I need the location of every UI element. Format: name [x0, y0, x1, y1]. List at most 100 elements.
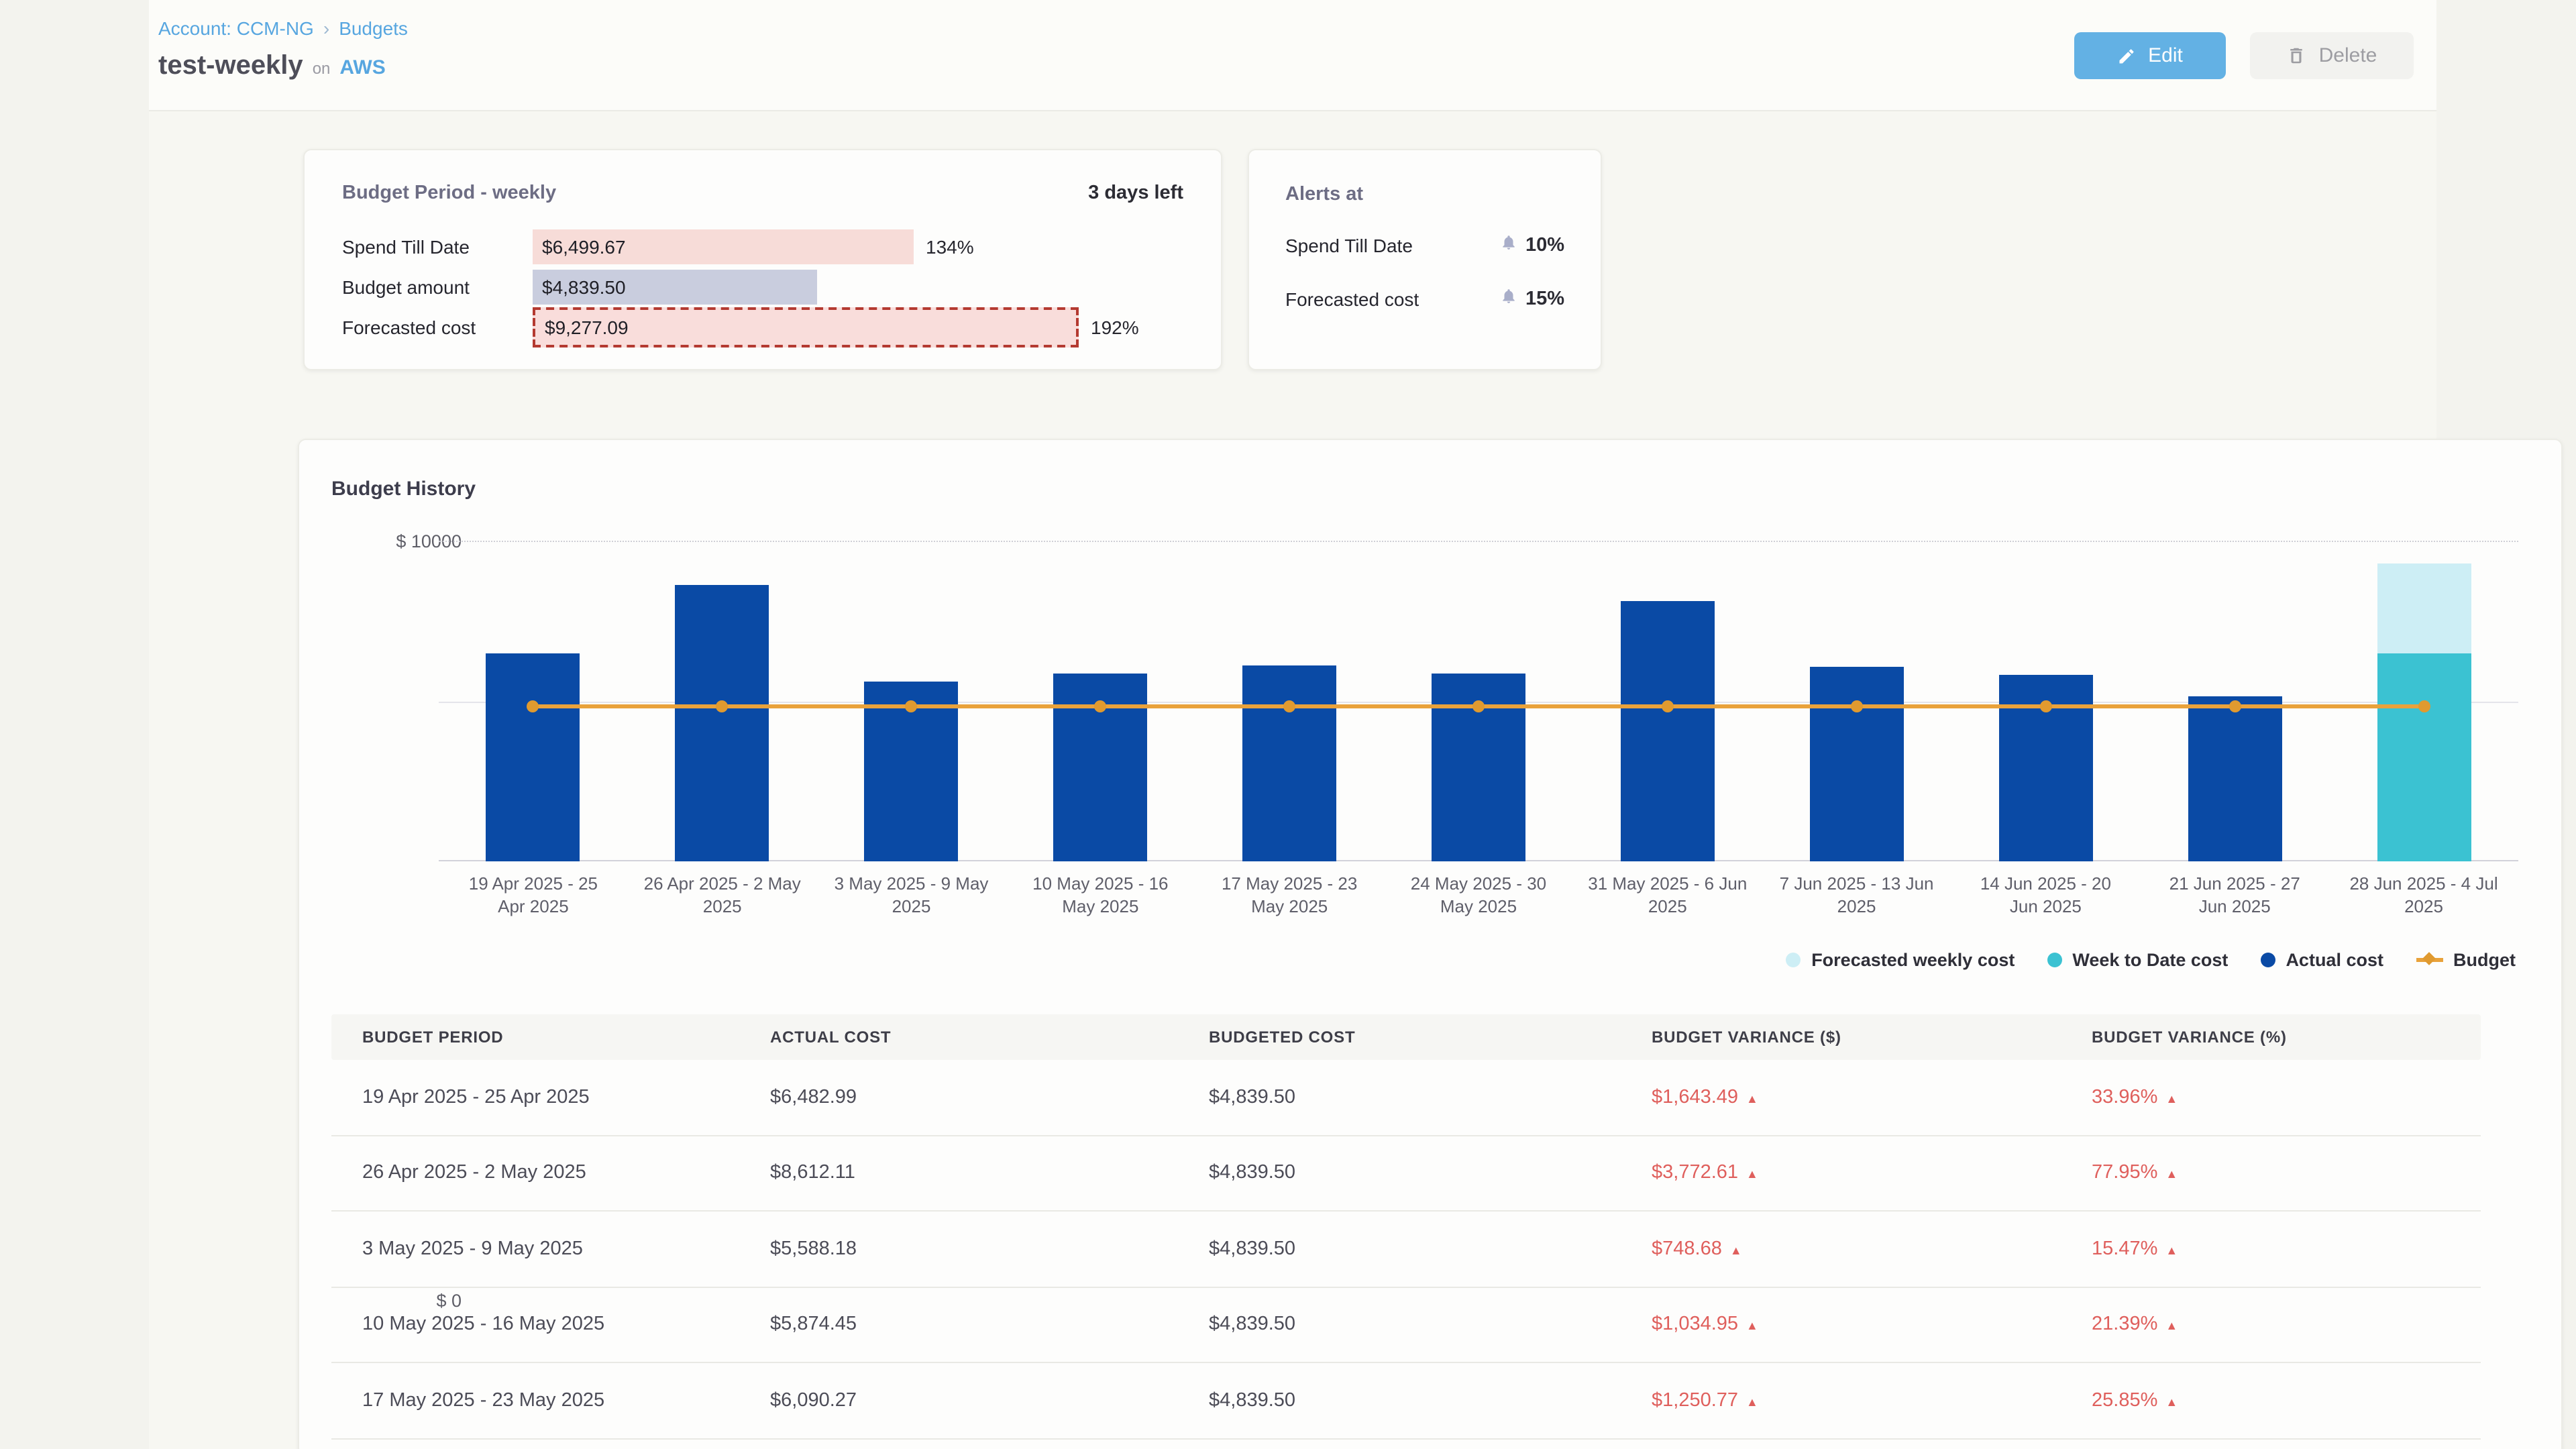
budget-point-marker[interactable]: [1472, 700, 1485, 712]
budget-point-marker[interactable]: [527, 700, 539, 712]
actual-cost-bar[interactable]: [1810, 667, 1904, 861]
metric-value-bar: $4,839.50: [533, 269, 817, 304]
bar-slot: [2140, 696, 2329, 861]
cell-budgeted-cost: $4,839.50: [1209, 1163, 1652, 1184]
legend-swatch-actual: [2260, 953, 2275, 967]
cell-budget-period: 10 May 2025 - 16 May 2025: [331, 1314, 770, 1336]
x-axis-tick-label: 21 Jun 2025 - 27Jun 2025: [2140, 872, 2329, 918]
bar-slot: [1762, 667, 1951, 861]
x-axis-tick-label: 14 Jun 2025 - 20Jun 2025: [1951, 872, 2141, 918]
metric-percent: 134%: [926, 235, 974, 257]
cell-actual-cost: $6,090.27: [770, 1390, 1209, 1411]
legend-label: Actual cost: [2286, 950, 2383, 970]
legend-swatch-wtd: [2047, 953, 2061, 967]
caret-up-icon: ▲: [1746, 1092, 1758, 1106]
bar-slot: [1573, 600, 1762, 861]
col-budget-variance-usd: BUDGET VARIANCE ($): [1652, 1028, 2092, 1046]
delete-button[interactable]: Delete: [2250, 32, 2414, 79]
alert-row: Forecasted cost15%: [1285, 287, 1564, 311]
table-row: 26 Apr 2025 - 2 May 2025 $8,612.11 $4,83…: [331, 1136, 2481, 1212]
caret-up-icon: ▲: [2165, 1395, 2178, 1409]
bell-icon: [1500, 233, 1517, 258]
caret-up-icon: ▲: [1730, 1244, 1742, 1257]
breadcrumb-account-link[interactable]: Account: CCM-NG: [158, 17, 314, 39]
budget-metric-row: Forecasted cost$9,277.09 192%: [342, 309, 1183, 345]
legend-swatch-forecast: [1786, 953, 1801, 967]
bell-icon: [1500, 287, 1517, 311]
table-row: 17 May 2025 - 23 May 2025 $6,090.27 $4,8…: [331, 1363, 2481, 1439]
table-header: BUDGET PERIOD ACTUAL COST BUDGETED COST …: [331, 1014, 2481, 1060]
actual-cost-bar[interactable]: [486, 653, 580, 861]
budget-history-title: Budget History: [331, 478, 476, 500]
chart-plot: [439, 541, 2518, 861]
metric-label: Spend Till Date: [342, 235, 533, 257]
chart-legend: Forecasted weekly cost Week to Date cost…: [1786, 950, 2516, 970]
metric-value-bar: $6,499.67: [533, 229, 914, 264]
actual-cost-bar[interactable]: [1242, 666, 1336, 861]
cell-budget-period: 19 Apr 2025 - 25 Apr 2025: [331, 1087, 770, 1108]
budget-point-marker[interactable]: [716, 700, 729, 712]
breadcrumb: Account: CCM-NG › Budgets: [158, 17, 408, 39]
x-axis-tick-label: 26 Apr 2025 - 2 May2025: [628, 872, 817, 918]
forecast-wtd-stack[interactable]: [2377, 564, 2471, 861]
caret-up-icon: ▲: [1746, 1395, 1758, 1409]
budget-point-marker[interactable]: [1851, 700, 1863, 712]
cell-budgeted-cost: $4,839.50: [1209, 1390, 1652, 1411]
legend-label: Week to Date cost: [2072, 950, 2228, 970]
caret-up-icon: ▲: [2165, 1244, 2178, 1257]
budget-point-marker[interactable]: [1662, 700, 1674, 712]
cell-variance-pct: 77.95%▲: [2092, 1163, 2481, 1184]
table-row: 10 May 2025 - 16 May 2025 $5,874.45 $4,8…: [331, 1287, 2481, 1363]
x-axis-tick-label: 19 Apr 2025 - 25Apr 2025: [439, 872, 628, 918]
page-header: Account: CCM-NG › Budgets test-weekly on…: [149, 0, 2436, 111]
cell-variance-usd: $1,250.77▲: [1652, 1390, 2092, 1411]
metric-value-bar: $9,277.09: [533, 307, 1079, 347]
week-to-date-cost-bar[interactable]: [2377, 653, 2471, 861]
x-axis-tick-label: 28 Jun 2025 - 4 Jul2025: [2329, 872, 2518, 918]
cell-budgeted-cost: $4,839.50: [1209, 1238, 1652, 1260]
metric-percent: 192%: [1091, 316, 1139, 337]
days-left-label: 3 days left: [1088, 182, 1183, 204]
page-title: test-weekly: [158, 51, 303, 82]
x-axis-tick-label: 3 May 2025 - 9 May2025: [817, 872, 1006, 918]
forecasted-weekly-cost-bar[interactable]: [2377, 564, 2471, 653]
alerts-title: Alerts at: [1285, 184, 1363, 205]
bar-slot: [439, 653, 628, 861]
alert-row: Spend Till Date10%: [1285, 233, 1564, 258]
cell-budgeted-cost: $4,839.50: [1209, 1314, 1652, 1336]
budget-point-marker[interactable]: [2039, 700, 2051, 712]
cell-actual-cost: $5,588.18: [770, 1238, 1209, 1260]
trash-icon: [2287, 46, 2307, 66]
metric-label: Forecasted cost: [342, 316, 533, 337]
budget-point-marker[interactable]: [2418, 700, 2430, 712]
alert-rows: Spend Till Date10% Forecasted cost15%: [1285, 233, 1564, 311]
legend-actual-cost[interactable]: Actual cost: [2260, 950, 2383, 970]
legend-week-to-date-cost[interactable]: Week to Date cost: [2047, 950, 2228, 970]
pencil-icon: [2117, 46, 2136, 65]
actual-cost-bar[interactable]: [2188, 696, 2282, 861]
budget-point-marker[interactable]: [2229, 700, 2241, 712]
legend-budget[interactable]: Budget: [2416, 950, 2516, 970]
edit-button[interactable]: Edit: [2074, 32, 2226, 79]
x-axis-tick-label: 7 Jun 2025 - 13 Jun2025: [1762, 872, 1951, 918]
cell-actual-cost: $8,612.11: [770, 1163, 1209, 1184]
actual-cost-bar[interactable]: [676, 585, 769, 861]
metric-label: Budget amount: [342, 276, 533, 297]
budget-point-marker[interactable]: [906, 700, 918, 712]
bar-slot: [1195, 666, 1384, 861]
cell-variance-pct: 21.39%▲: [2092, 1314, 2481, 1336]
budget-point-marker[interactable]: [1283, 700, 1295, 712]
legend-forecasted-weekly-cost[interactable]: Forecasted weekly cost: [1786, 950, 2015, 970]
cell-actual-cost: $5,874.45: [770, 1314, 1209, 1336]
budget-point-marker[interactable]: [1094, 700, 1106, 712]
breadcrumb-budgets-link[interactable]: Budgets: [339, 17, 408, 39]
actual-cost-bar[interactable]: [1621, 600, 1715, 861]
cell-variance-pct: 33.96%▲: [2092, 1087, 2481, 1108]
x-axis-labels: 19 Apr 2025 - 25Apr 202526 Apr 2025 - 2 …: [439, 872, 2518, 918]
budget-metric-row: Spend Till Date$6,499.67 134%: [342, 228, 1183, 264]
budget-metric-rows: Spend Till Date$6,499.67 134% Budget amoun…: [342, 228, 1183, 345]
alert-label: Forecasted cost: [1285, 288, 1419, 310]
cell-variance-pct: 25.85%▲: [2092, 1390, 2481, 1411]
x-axis-tick-label: 31 May 2025 - 6 Jun2025: [1573, 872, 1762, 918]
title-row: test-weekly on AWS: [158, 51, 386, 82]
